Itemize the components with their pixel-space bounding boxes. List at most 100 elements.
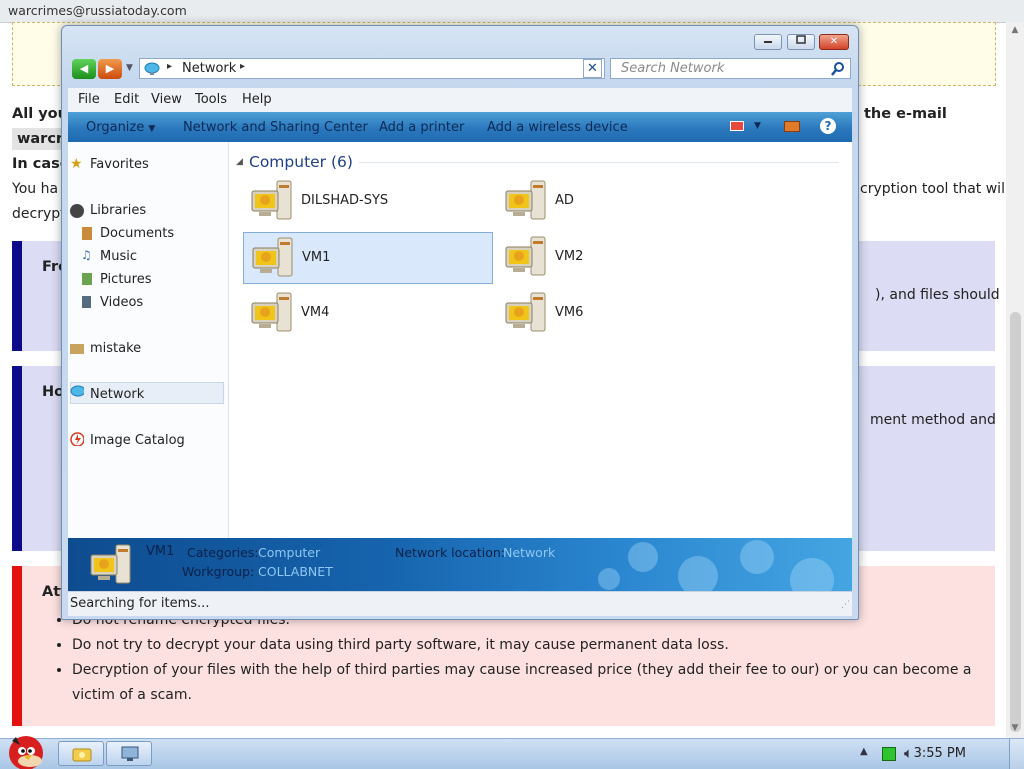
add-printer-button[interactable]: Add a printer [379,120,464,135]
nav-item-pictures[interactable]: Pictures [82,272,151,287]
close-button[interactable]: ✕ [819,34,849,50]
scroll-thumb[interactable] [1010,312,1021,732]
panel-text: ment method and [870,412,996,428]
search-box[interactable]: Search Network [610,58,851,79]
computer-name: AD [555,193,574,208]
nav-item-label: Documents [100,226,175,241]
taskbar: ▲ 🔈︎ 3:55 PM [0,736,1024,769]
nav-item-label: Music [100,249,137,264]
nav-item-videos[interactable]: Videos [82,295,143,310]
network-sharing-center-button[interactable]: Network and Sharing Center [183,120,368,135]
chevron-down-icon[interactable]: ▼ [754,121,761,131]
nav-item-label: mistake [90,341,142,356]
taskbar-explorer-button[interactable] [58,741,104,766]
nav-item-label: Network [90,387,145,402]
nav-item-favorites[interactable]: ★ Favorites [70,156,149,172]
group-header[interactable]: Computer (6) [249,153,353,171]
instruction-heading-right: the e-mail [864,106,947,122]
show-desktop-button[interactable] [1009,739,1024,769]
list-item: Decryption of your files with the help o… [72,658,992,708]
menu-file[interactable]: File [78,92,100,107]
recent-pages-icon[interactable]: ▼ [126,63,133,73]
computer-tile[interactable]: DILSHAD-SYS [243,176,493,228]
page-header-bar: warcrimes@russiatoday.com [0,0,1024,23]
search-placeholder: Search Network [621,61,725,76]
computer-icon [121,746,139,761]
add-wireless-device-button[interactable]: Add a wireless device [487,120,628,135]
nav-item-mistake[interactable]: mistake [70,341,142,356]
pictures-icon [82,273,92,285]
nav-item-image-catalog[interactable]: Image Catalog [70,432,185,448]
computer-tile[interactable]: AD [497,176,747,228]
computer-icon [90,544,131,584]
folder-icon [72,748,92,762]
computer-tile[interactable]: VM6 [497,288,747,340]
decorative-bubble [598,568,620,590]
stop-icon: ✕ [587,61,598,76]
nav-item-network[interactable]: Network [70,385,145,402]
minimize-button[interactable] [754,34,782,50]
breadcrumb-network[interactable]: Network [182,61,236,76]
stop-button[interactable]: ✕ [583,59,602,78]
computer-name: VM6 [555,305,584,320]
organize-label: Organize [86,120,145,135]
computer-icon [505,236,546,276]
resize-grip-icon[interactable]: ⋰ [841,600,850,610]
forward-button[interactable]: ▶ [98,59,122,79]
nav-item-music[interactable]: ♫ Music [81,248,137,264]
show-hidden-icons-icon[interactable]: ▲ [860,746,868,757]
maximize-icon [796,35,806,44]
help-icon[interactable]: ? [820,118,836,134]
menu-view[interactable]: View [151,92,182,107]
nav-item-label: Favorites [90,157,149,172]
file-list: ◢ Computer (6) DILSHAD-SYS AD VM1 VM2 VM… [229,142,852,538]
nav-item-label: Libraries [90,203,147,218]
back-arrow-icon: ◀ [79,62,89,75]
close-icon: ✕ [829,36,839,47]
clock[interactable]: 3:55 PM [914,746,966,761]
computer-tile-selected[interactable]: VM1 [243,232,493,284]
menu-edit[interactable]: Edit [114,92,139,107]
page-scrollbar[interactable]: ▲ ▼ [1006,22,1024,738]
network-icon [70,385,84,397]
address-bar[interactable]: ▸ Network ▸ ▼ [139,58,605,79]
homegroup-icon [70,344,84,354]
back-button[interactable]: ◀ [72,59,96,79]
scroll-up-icon[interactable]: ▲ [1009,25,1021,37]
computer-tile[interactable]: VM4 [243,288,493,340]
preview-pane-icon[interactable] [784,121,800,132]
volume-icon[interactable]: 🔈︎ [904,744,913,762]
breadcrumb-chevron-icon[interactable]: ▸ [240,61,245,72]
search-icon[interactable] [831,61,846,76]
attention-list: Do not rename encrypted files. Do not tr… [56,608,992,708]
menu-help[interactable]: Help [242,92,272,107]
view-options-icon[interactable] [730,121,744,131]
workgroup-value: COLLABNET [258,564,333,579]
paragraph-left-2: decrypt [12,206,66,222]
menu-bar: File Edit View Tools Help [68,88,852,112]
maximize-button[interactable] [787,34,815,50]
computer-icon [505,180,546,220]
computer-name: VM2 [555,249,584,264]
collapse-group-icon[interactable]: ◢ [236,157,243,167]
nav-item-documents[interactable]: Documents [82,226,175,241]
forward-arrow-icon: ▶ [105,62,115,75]
details-pane: VM1 Categories: Computer Workgroup: COLL… [68,538,852,602]
computer-tile[interactable]: VM2 [497,232,747,284]
chevron-down-icon: ▼ [148,124,156,134]
taskbar-network-button[interactable] [106,741,152,766]
libraries-icon [70,204,84,218]
nav-item-libraries[interactable]: Libraries [70,203,147,218]
list-item: Do not try to decrypt your data using th… [72,633,992,658]
start-button[interactable] [2,731,50,769]
scroll-down-icon[interactable]: ▼ [1009,723,1021,735]
email-header: warcrimes@russiatoday.com [8,3,187,18]
menu-tools[interactable]: Tools [195,92,227,107]
network-status-icon[interactable] [882,747,896,761]
decorative-bubble [678,556,718,596]
contact-email-box: warcr [12,128,69,150]
videos-icon [82,296,91,308]
breadcrumb-chevron-icon: ▸ [167,61,173,72]
explorer-window: ✕ ◀ ▶ ▼ ▸ Network ▸ ▼ ✕ Search Network F… [61,25,859,620]
organize-button[interactable]: Organize ▼ [86,120,155,135]
